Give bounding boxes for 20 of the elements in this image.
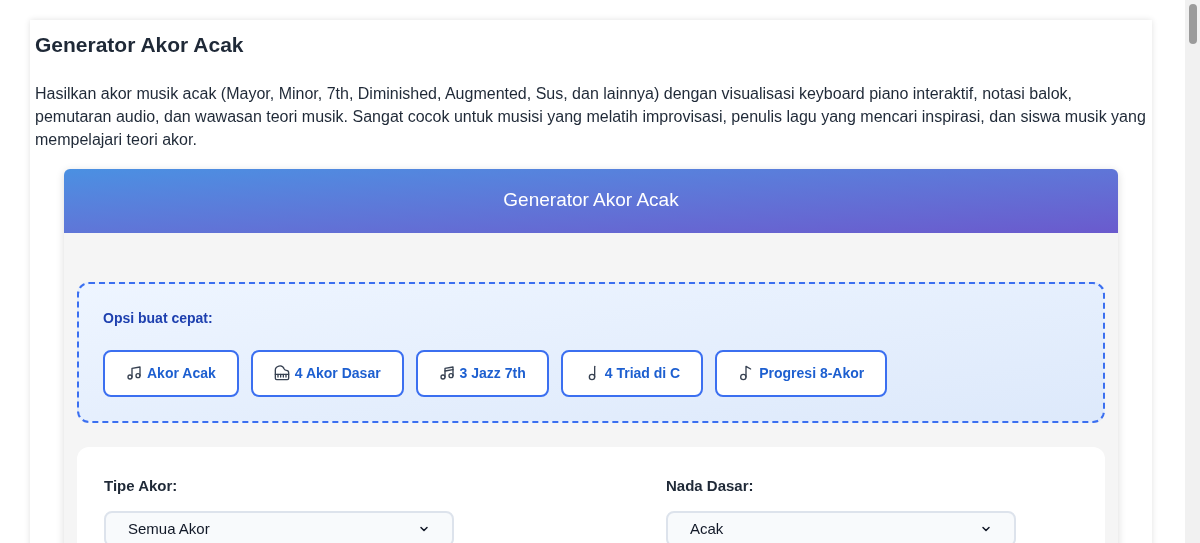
piano-keys-icon	[273, 365, 290, 381]
music-note-icon	[126, 365, 142, 381]
tool-title: Generator Akor Acak	[503, 188, 679, 213]
field-label: Nada Dasar:	[666, 475, 755, 496]
quick-option-button[interactable]: 4 Triad di C	[560, 349, 704, 397]
select-value: Acak	[690, 518, 724, 539]
music-note-icon	[438, 365, 455, 381]
page-description: Hasilkan akor musik acak (Mayor, Minor, 7th, Diminished, Augmented, Sus, dan lainnya) dengan visualisasi keyboard piano interaktif, notasi balok, pemutaran audio, dan wawasan teori musik. Sangat cocok untuk musisi yang melatih improvisasi, penulis lagu yang mencari inspirasi, dan siswa musik yang mempelajari teori akor.	[35, 83, 1147, 150]
quick-option-button[interactable]: 3 Jazz 7th	[415, 349, 549, 397]
select-field[interactable]: Acak	[666, 511, 1016, 543]
field-label: Tipe Akor:	[104, 475, 179, 496]
select-field[interactable]: Semua Akor	[104, 511, 454, 543]
scrollbar[interactable]	[1185, 0, 1200, 543]
quick-options-label: Opsi buat cepat:	[103, 308, 214, 328]
quick-option-button[interactable]: Progresi 8-Akor	[715, 349, 888, 397]
page-title: Generator Akor Acak	[35, 32, 245, 58]
quick-option-button[interactable]: Akor Acak	[103, 349, 239, 397]
scrollbar-thumb[interactable]	[1188, 4, 1197, 44]
quick-option-button[interactable]: 4 Akor Dasar	[250, 349, 404, 397]
select-value: Semua Akor	[128, 518, 210, 539]
